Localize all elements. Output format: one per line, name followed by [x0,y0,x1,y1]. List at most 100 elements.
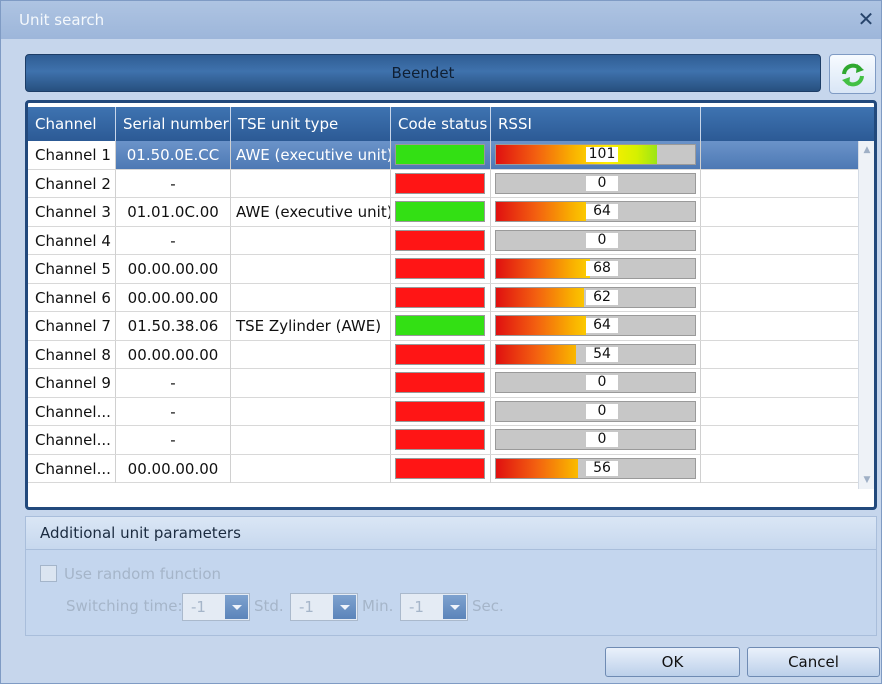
unit-type-cell[interactable] [231,397,391,426]
table-row[interactable]: Channel 4- 0 [28,226,858,255]
random-function-checkbox[interactable] [40,565,57,582]
unit-type-cell[interactable] [231,226,391,255]
table-row[interactable]: Channel 2- 0 [28,169,858,198]
scroll-up-icon[interactable]: ▲ [862,145,872,155]
channel-cell[interactable]: Channel... [28,426,116,454]
rssi-cell[interactable]: 56 [491,454,701,483]
hours-dropdown-icon[interactable] [225,595,248,619]
table-row[interactable]: Channel 5 00.00.00.00 68 [28,255,858,284]
unit-type-cell[interactable] [231,255,391,283]
channel-cell[interactable]: Channel 5 [28,255,116,283]
code-status-cell[interactable] [391,369,491,397]
unit-type-cell[interactable]: AWE (executive unit) [231,198,391,226]
table-row[interactable]: Channel... - 0 [28,397,858,426]
refresh-button[interactable] [829,54,876,94]
unit-type-cell[interactable] [231,369,391,397]
column-header-empty [701,107,874,141]
serial-cell[interactable]: - [116,169,231,198]
ok-button[interactable]: OK [605,647,740,677]
channel-cell[interactable]: Channel 8 [28,340,116,369]
unit-type-cell[interactable] [231,426,391,454]
code-status-cell[interactable] [391,198,491,226]
column-header-serial[interactable]: Serial number [116,107,231,141]
unit-type-cell[interactable] [231,340,391,369]
code-status-cell[interactable] [391,141,491,169]
channel-cell[interactable]: Channel 3 [28,198,116,226]
column-header-type[interactable]: TSE unit type [231,107,391,141]
unit-type-cell[interactable] [231,169,391,198]
cancel-button[interactable]: Cancel [747,647,880,677]
rssi-cell[interactable]: 101 [491,141,701,169]
serial-cell[interactable]: - [116,426,231,454]
code-status-cell[interactable] [391,226,491,255]
code-status-cell[interactable] [391,169,491,198]
table-row[interactable]: Channel... - 0 [28,426,858,455]
scroll-down-icon[interactable]: ▼ [862,475,872,485]
serial-cell[interactable]: 00.00.00.00 [116,340,231,369]
rssi-cell[interactable]: 0 [491,426,701,454]
title-bar: Unit search ✕ [1,1,881,39]
close-icon[interactable]: ✕ [855,7,877,31]
channel-cell[interactable]: Channel 9 [28,369,116,397]
minutes-dropdown-icon[interactable] [333,595,356,619]
table-row[interactable]: Channel 3 01.01.0C.00 AWE (executive unit)… [28,198,858,227]
channel-cell[interactable]: Channel 4 [28,226,116,255]
channel-cell[interactable]: Channel 2 [28,169,116,198]
serial-cell[interactable]: - [116,397,231,426]
rssi-cell[interactable]: 64 [491,312,701,340]
channel-cell[interactable]: Channel... [28,397,116,426]
code-status-cell[interactable] [391,340,491,369]
channel-cell[interactable]: Channel 6 [28,283,116,312]
unit-type-cell[interactable] [231,454,391,483]
seconds-dropdown-icon[interactable] [443,595,466,619]
empty-cell [701,398,858,426]
serial-cell[interactable]: 00.00.00.00 [116,283,231,312]
serial-cell[interactable]: - [116,369,231,397]
rssi-bar-fill [496,145,658,164]
serial-cell[interactable]: 01.01.0C.00 [116,198,231,226]
seconds-spinner[interactable]: -1 [400,593,468,621]
rssi-cell[interactable]: 0 [491,226,701,255]
serial-cell[interactable]: 01.50.38.06 [116,312,231,340]
rssi-cell[interactable]: 62 [491,283,701,312]
rssi-cell[interactable]: 0 [491,397,701,426]
code-status-cell[interactable] [391,454,491,483]
code-status-cell[interactable] [391,426,491,454]
vertical-scrollbar[interactable]: ▲ ▼ [858,141,874,489]
table-row[interactable]: Channel 1 01.50.0E.CC AWE (executive unit)… [28,141,858,170]
empty-cell [701,455,858,483]
code-status-indicator [395,400,485,422]
channel-cell[interactable]: Channel 7 [28,312,116,340]
table-row[interactable]: Channel 9- 0 [28,369,858,398]
column-header-code-status[interactable]: Code status [391,107,491,141]
rssi-cell[interactable]: 0 [491,369,701,397]
serial-cell[interactable]: 00.00.00.00 [116,454,231,483]
column-header-channel[interactable]: Channel [28,107,116,141]
table-row[interactable]: Channel 6 00.00.00.00 62 [28,283,858,312]
code-status-cell[interactable] [391,312,491,340]
table-row[interactable]: Channel 8 00.00.00.00 54 [28,340,858,369]
additional-params-panel: Additional unit parameters Use random fu… [25,516,877,636]
code-status-cell[interactable] [391,397,491,426]
channel-cell[interactable]: Channel... [28,454,116,483]
unit-type-cell[interactable]: AWE (executive unit) [231,141,391,169]
table-row[interactable]: Channel 7 01.50.38.06 TSE Zylinder (AWE) 64 [28,312,858,341]
unit-type-cell[interactable] [231,283,391,312]
code-status-cell[interactable] [391,255,491,283]
table-row[interactable]: Channel... 00.00.00.00 56 [28,454,858,483]
hours-spinner[interactable]: -1 [182,593,250,621]
unit-type-cell[interactable]: TSE Zylinder (AWE) [231,312,391,340]
serial-cell[interactable]: 01.50.0E.CC [116,141,231,169]
rssi-cell[interactable]: 64 [491,198,701,226]
code-status-cell[interactable] [391,283,491,312]
rssi-value: 68 [586,261,618,276]
serial-cell[interactable]: 00.00.00.00 [116,255,231,283]
rssi-cell[interactable]: 68 [491,255,701,283]
column-header-rssi[interactable]: RSSI [491,107,701,141]
minutes-spinner[interactable]: -1 [290,593,358,621]
rssi-cell[interactable]: 0 [491,169,701,198]
channel-cell[interactable]: Channel 1 [28,141,116,169]
rssi-bar-fill [496,316,586,335]
rssi-cell[interactable]: 54 [491,340,701,369]
serial-cell[interactable]: - [116,226,231,255]
